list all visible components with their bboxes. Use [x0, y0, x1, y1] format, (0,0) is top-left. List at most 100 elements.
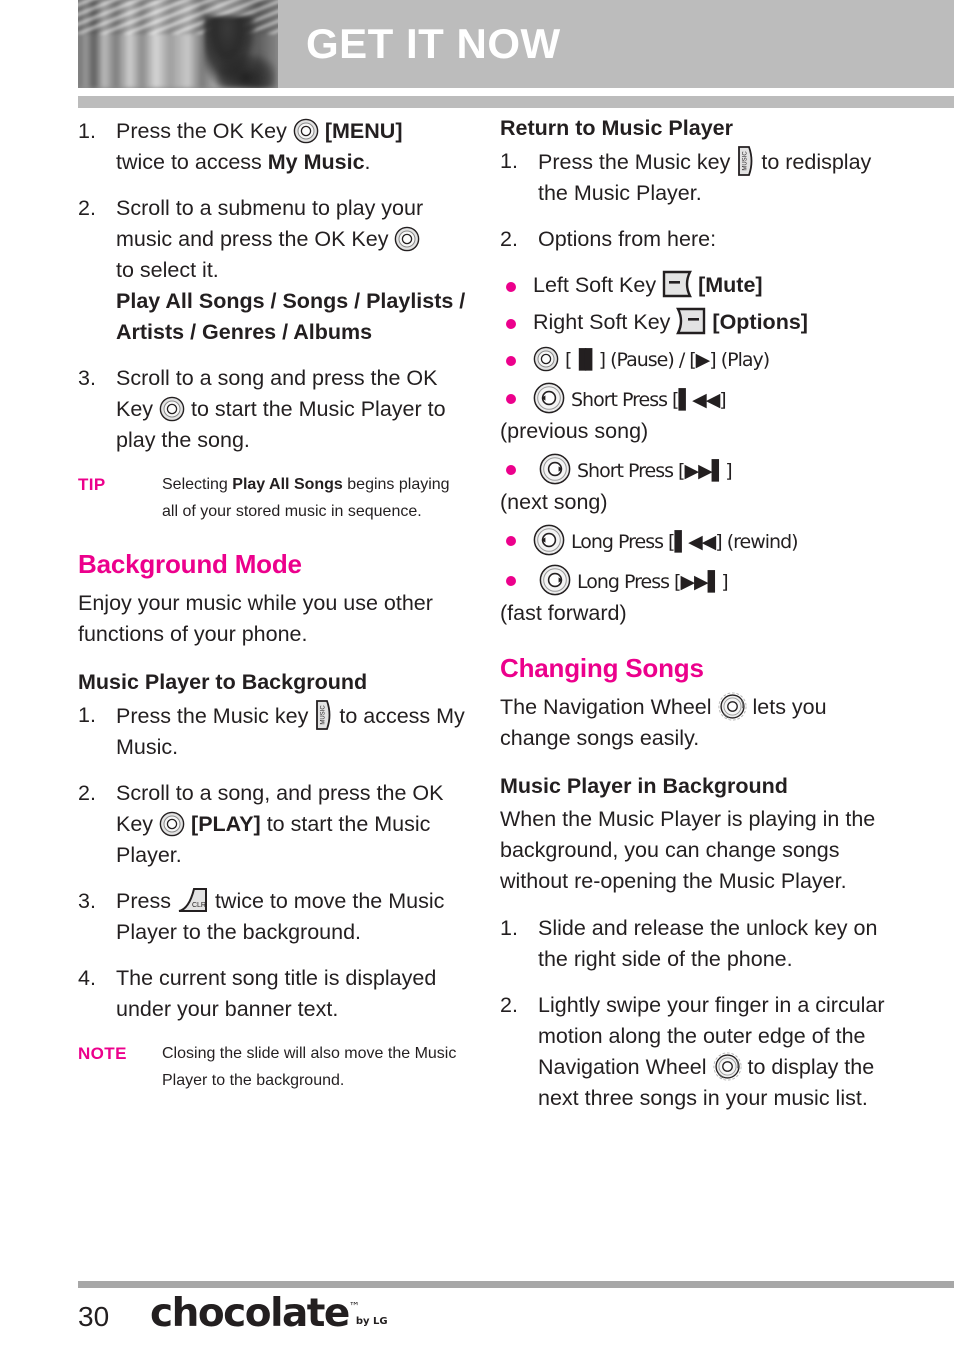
list-item: 4. The current song title is displayed u… — [78, 963, 470, 1025]
step-text: Press — [116, 889, 171, 913]
bullet-text: [▐▌] (Pause) / [▶] (Play) — [564, 349, 770, 371]
list-item: Short Press [▌◀◀] (previous song) — [500, 382, 892, 447]
changing-songs-body-a: The Navigation Wheel — [500, 695, 712, 719]
right-soft-key-icon — [676, 307, 706, 335]
chocolate-logo: chocolate™ by LG — [150, 1294, 388, 1333]
bullet-text: Long Press [▶▶▌] — [576, 571, 729, 593]
list-item: 2. Lightly swipe your finger in a circul… — [500, 990, 892, 1114]
ok-key-icon — [159, 396, 185, 422]
navigation-wheel-right-icon — [539, 564, 571, 596]
tip-callout: TIP Selecting Play All Songs begins play… — [78, 471, 470, 525]
step-text: Slide and release the unlock key on the … — [538, 916, 878, 971]
list-item: 1. Press the OK Key [MENU] twice to acce… — [78, 116, 470, 178]
bullet-dot — [506, 394, 516, 404]
bullet-dot — [506, 465, 516, 475]
list-item: 1. Press the Music key MUSIC to access M… — [78, 700, 470, 763]
step-text-2: twice to access — [116, 150, 262, 174]
list-number: 2. — [78, 196, 96, 220]
ok-key-icon — [159, 811, 185, 837]
subheading-music-player-to-background: Music Player to Background — [78, 670, 368, 694]
menu-label: [MENU] — [324, 119, 403, 143]
bullet-text: Left Soft Key — [533, 273, 657, 297]
bullet-text: Right Soft Key — [533, 310, 671, 334]
navigation-wheel-right-icon — [539, 453, 571, 485]
svg-text:MUSIC: MUSIC — [321, 705, 327, 725]
page-footer: 30 chocolate™ by LG — [78, 1294, 954, 1333]
bullet-text: Long Press [▌◀◀] (rewind) — [570, 531, 799, 553]
music-player-in-background-body: When the Music Player is playing in the … — [500, 807, 876, 893]
footer-rule — [78, 1281, 954, 1288]
subheading-music-player-in-background: Music Player in Background — [500, 774, 788, 798]
navigation-wheel-swipe-icon — [712, 1052, 742, 1081]
tip-text-a: Selecting — [162, 476, 228, 493]
bullet-dot — [506, 576, 516, 586]
step-text: Press the OK Key — [116, 119, 287, 143]
mute-label: [Mute] — [698, 273, 763, 297]
list-number: 3. — [78, 366, 96, 390]
right-column: Return to Music Player 1. Press the Musi… — [500, 116, 892, 1129]
list-item: Short Press [▶▶▌] (next song) — [500, 453, 892, 518]
page-title: GET IT NOW — [306, 20, 561, 67]
page-number: 30 — [78, 1301, 110, 1332]
section-heading-background-mode: Background Mode — [78, 549, 302, 579]
subheading-return-to-music-player: Return to Music Player — [500, 116, 733, 140]
bullet-dot — [506, 282, 516, 292]
logo-by-lg: by LG — [355, 1316, 388, 1327]
options-label: [Options] — [712, 310, 808, 334]
music-key-icon: MUSIC — [316, 700, 331, 730]
page-header: GET IT NOW — [78, 0, 954, 88]
list-item: 2. Options from here: — [500, 224, 892, 255]
step-text: Scroll to a submenu to play your music a… — [116, 196, 424, 251]
ok-key-icon — [293, 118, 319, 144]
tip-tag: TIP — [78, 475, 106, 494]
left-column: 1. Press the OK Key [MENU] twice to acce… — [78, 116, 470, 1102]
step-text: Press the Music key — [538, 150, 731, 174]
music-key-icon: MUSIC — [738, 146, 753, 176]
list-item: 2. Scroll to a song, and press the OK Ke… — [78, 778, 470, 871]
step-text: Options from here: — [538, 227, 717, 251]
note-tag: NOTE — [78, 1044, 127, 1063]
bullet-text: Short Press [▌◀◀] — [570, 389, 727, 411]
bullet-dot — [506, 319, 516, 329]
bullet-subtext: (fast forward) — [500, 601, 627, 625]
submenu-options: Play All Songs / Songs / Playlists / Art… — [116, 289, 466, 344]
list-number: 3. — [78, 889, 96, 913]
list-number: 4. — [78, 966, 96, 990]
svg-text:CLR: CLR — [192, 902, 206, 909]
list-number: 1. — [78, 119, 96, 143]
bullet-dot — [506, 536, 516, 546]
step-text: Press the Music key — [116, 704, 309, 728]
list-number: 1. — [78, 703, 96, 727]
list-item: 3. Press CLR twice to move the Music Pla… — [78, 886, 470, 948]
bullet-text: Short Press [▶▶▌] — [576, 460, 733, 482]
header-photo — [78, 0, 278, 88]
svg-text:MUSIC: MUSIC — [743, 151, 749, 171]
list-item: Long Press [▌◀◀] (rewind) — [500, 524, 892, 558]
list-item: [▐▌] (Pause) / [▶] (Play) — [500, 344, 892, 376]
list-item: 3. Scroll to a song and press the OK Key… — [78, 363, 470, 456]
my-music-label: My Music — [267, 150, 365, 174]
changing-songs-body: The Navigation Wheel lets you change son… — [500, 692, 892, 754]
list-item: Left Soft Key [Mute] — [500, 270, 892, 301]
section-heading-changing-songs: Changing Songs — [500, 653, 704, 683]
bullet-dot — [506, 356, 516, 366]
note-text: Closing the slide will also move the Mus… — [162, 1045, 457, 1089]
list-item: Long Press [▶▶▌] (fast forward) — [500, 564, 892, 629]
play-label: [PLAY] — [191, 812, 261, 836]
logo-trademark: ™ — [348, 1300, 360, 1313]
tip-bold: Play All Songs — [232, 476, 343, 493]
logo-text: chocolate — [150, 1291, 350, 1336]
navigation-wheel-left-icon — [533, 382, 565, 414]
note-callout: NOTE Closing the slide will also move th… — [78, 1040, 470, 1094]
left-soft-key-icon — [662, 270, 693, 298]
navigation-wheel-left-icon — [533, 524, 565, 556]
list-item: 1. Press the Music key MUSIC to redispla… — [500, 146, 892, 209]
header-rule — [78, 96, 954, 108]
navigation-wheel-swipe-icon — [717, 692, 747, 721]
list-number: 1. — [500, 149, 518, 173]
bullet-subtext: (next song) — [500, 490, 608, 514]
ok-key-icon — [533, 346, 559, 372]
list-number: 2. — [500, 227, 518, 251]
background-mode-body: Enjoy your music while you use other fun… — [78, 591, 433, 646]
period: . — [364, 150, 371, 174]
